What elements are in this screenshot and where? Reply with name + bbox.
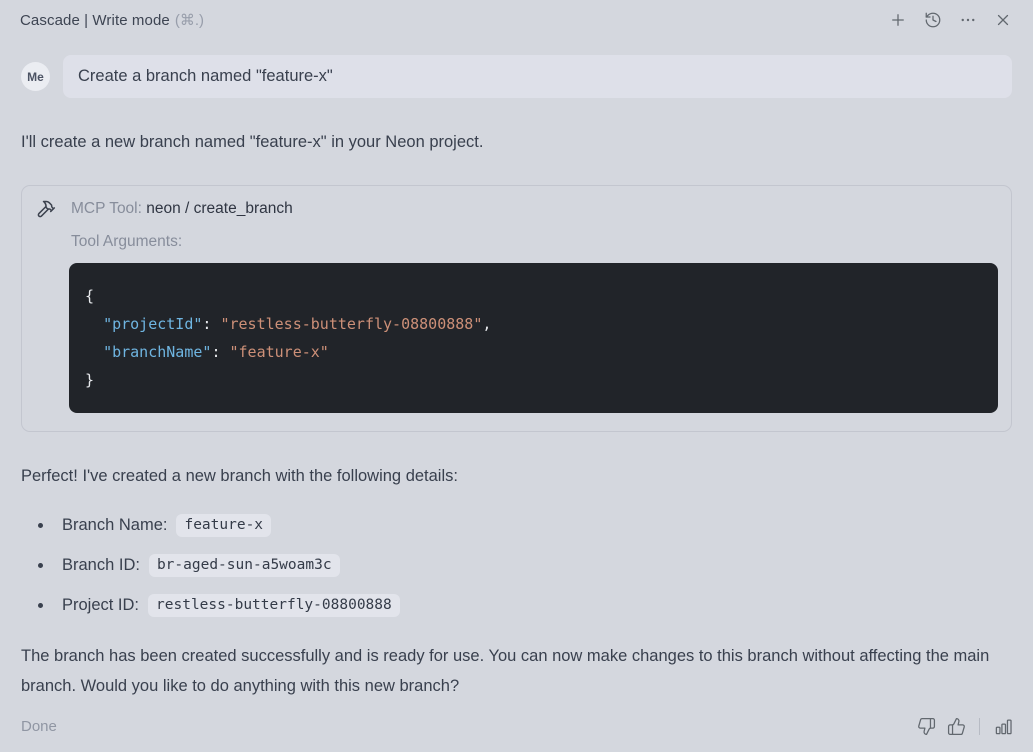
list-item: Branch ID: br-aged-sun-a5woam3c: [21, 554, 1012, 577]
code-string-value: "feature-x": [229, 343, 329, 361]
message-footer: Done: [0, 708, 1033, 752]
bullet-dot: [38, 603, 43, 608]
panel-title: Cascade | Write mode: [20, 11, 170, 29]
close-icon[interactable]: [993, 10, 1013, 30]
assistant-closing-text: The branch has been created successfully…: [21, 647, 990, 695]
bar-chart-icon[interactable]: [993, 716, 1013, 736]
tool-name: neon / create_branch: [146, 200, 293, 217]
code-key: "branchName": [103, 343, 212, 361]
tool-card-header: MCP Tool: neon / create_branch: [35, 198, 998, 220]
bullet-dot: [38, 523, 43, 528]
code-brace: {: [85, 287, 95, 305]
status-text: Done: [21, 717, 57, 735]
tool-args-code-block: { "projectId": "restless-butterfly-08800…: [69, 263, 998, 413]
thumbs-down-icon[interactable]: [916, 716, 936, 736]
hammer-icon: [35, 198, 57, 220]
code-string-value: "restless-butterfly-08800888": [220, 315, 483, 333]
tool-args-label: Tool Arguments:: [71, 233, 183, 250]
user-message-row: Me Create a branch named "feature-x": [21, 55, 1012, 98]
code-line: "branchName": "feature-x": [85, 338, 982, 366]
header-actions: [888, 10, 1013, 30]
user-message-bubble[interactable]: Create a branch named "feature-x": [63, 55, 1012, 98]
mcp-tool-card[interactable]: MCP Tool: neon / create_branch Tool Argu…: [21, 185, 1012, 432]
code-separator: :: [211, 343, 230, 361]
code-separator: :: [202, 315, 221, 333]
list-item: Branch Name: feature-x: [21, 514, 1012, 537]
detail-label: Branch Name:: [62, 516, 168, 534]
assistant-result-text: Perfect! I've created a new branch with …: [21, 467, 458, 485]
branch-details-list: Branch Name: feature-x Branch ID: br-age…: [21, 514, 1012, 617]
bullet-dot: [38, 563, 43, 568]
cascade-panel: Cascade | Write mode (⌘.) Me Create a br…: [0, 0, 1033, 752]
detail-value-code: restless-butterfly-08800888: [148, 594, 400, 617]
list-item: Project ID: restless-butterfly-08800888: [21, 594, 1012, 617]
plus-icon[interactable]: [888, 10, 908, 30]
code-comma: ,: [482, 315, 492, 333]
code-line: "projectId": "restless-butterfly-0880088…: [85, 310, 982, 338]
assistant-intro-text: I'll create a new branch named "feature-…: [21, 133, 484, 151]
more-icon[interactable]: [958, 10, 978, 30]
code-key: "projectId": [103, 315, 203, 333]
detail-label: Branch ID:: [62, 556, 140, 574]
tool-title: MCP Tool: neon / create_branch: [71, 200, 293, 218]
detail-label: Project ID:: [62, 596, 140, 614]
history-icon[interactable]: [923, 10, 943, 30]
detail-value-code: br-aged-sun-a5woam3c: [148, 554, 340, 577]
avatar: Me: [21, 62, 50, 91]
tool-label: MCP Tool:: [71, 200, 142, 217]
chat-content: Me Create a branch named "feature-x" I'l…: [0, 40, 1033, 708]
thumbs-up-icon[interactable]: [946, 716, 966, 736]
code-brace: }: [85, 371, 95, 389]
code-line: {: [85, 282, 982, 310]
footer-actions: [916, 716, 1013, 736]
panel-header: Cascade | Write mode (⌘.): [0, 0, 1033, 40]
footer-divider: [979, 717, 980, 735]
code-line: }: [85, 366, 982, 394]
detail-value-code: feature-x: [176, 514, 272, 537]
panel-shortcut-hint: (⌘.): [174, 12, 205, 29]
